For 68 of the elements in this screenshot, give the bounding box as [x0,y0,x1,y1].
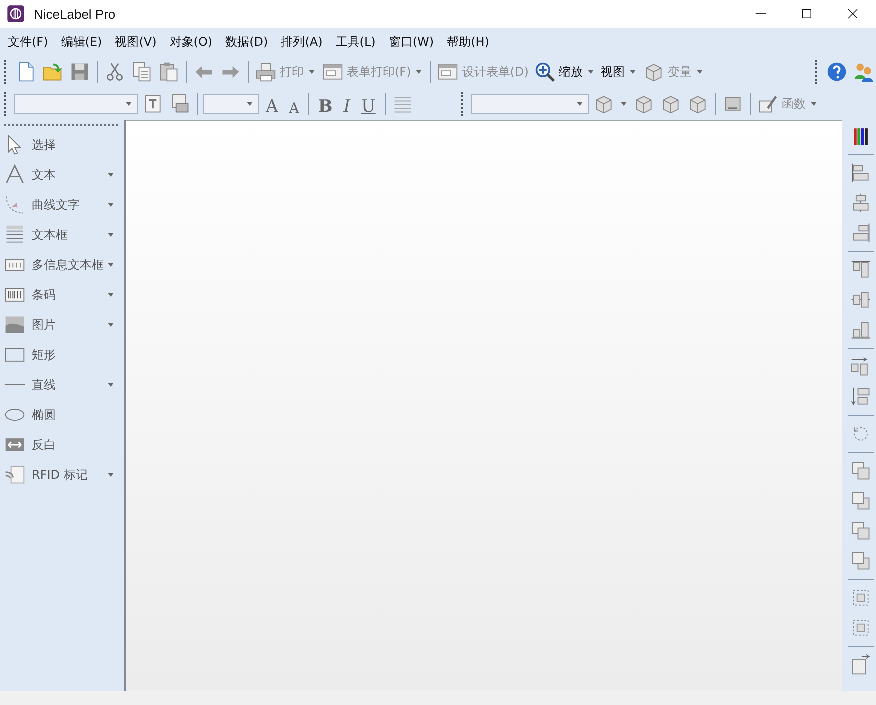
italic-button[interactable]: I [340,91,354,117]
save-icon [69,61,91,83]
align-left-icon [850,162,872,184]
variable-dropdown[interactable] [470,94,589,114]
menu-item[interactable]: 视图(V) [111,32,161,52]
grow-font-button[interactable]: A [262,91,282,117]
tool-item[interactable]: 多信息文本框 [0,250,122,280]
text-stamp-icon [169,93,191,115]
text-lines-icon [4,224,26,246]
menu-item[interactable]: 帮助(H) [443,32,494,52]
curved-text-icon [4,194,26,216]
ungroup-icon [850,617,872,639]
bold-button[interactable]: B [314,91,337,117]
paste-icon [158,61,180,83]
align-top-icon [850,259,872,281]
menu-item[interactable]: 窗口(W) [384,32,438,52]
letter-icon [4,164,26,186]
align-middle-icon [850,289,872,311]
tool-item[interactable]: 曲线文字 [0,190,122,220]
window-title: NiceLabel Pro [34,6,116,22]
tool-item[interactable]: 矩形 [0,340,122,370]
send-backward-icon [850,490,872,512]
menu-item[interactable]: 数据(D) [222,32,272,52]
open-folder-icon [42,61,64,83]
line-icon [4,384,26,386]
distribute-vertical-icon [850,386,872,408]
tool-item[interactable]: 图片 [0,310,122,340]
bring-to-front-icon [850,520,872,542]
menu-item[interactable]: 工具(L) [332,32,380,52]
tool-item[interactable]: RFID 标记 [0,460,122,490]
menu-item[interactable]: 排列(A) [277,32,327,52]
tool-item[interactable]: 椭圆 [0,400,122,430]
send-to-back-icon [850,550,872,572]
minimize-icon [755,13,767,15]
form-icon [437,61,460,83]
menu-item[interactable]: 对象(O) [166,32,217,52]
font-name-dropdown[interactable] [14,94,138,114]
tool-item[interactable]: 条码 [0,280,122,310]
bring-forward-icon [850,460,872,482]
menu-item[interactable]: 文件(F) [4,32,52,52]
tool-item[interactable]: 直线 [0,370,122,400]
shrink-font-button[interactable]: A [285,91,304,117]
app-logo-icon [6,4,26,24]
users-icon [853,61,875,83]
text-style-icon [142,93,164,115]
toolbar-button[interactable]: 缩放 [532,58,597,86]
tool-item[interactable]: 文本框 [0,220,122,250]
zoom-icon [534,61,556,83]
align-center-icon [850,192,872,214]
picture-icon [4,314,26,336]
tool-item[interactable]: 反白 [0,430,122,460]
menu-item[interactable]: 编辑(E) [57,32,106,52]
underline-button[interactable]: U [358,91,380,117]
align-right-icon [850,222,872,244]
help-icon [826,61,848,83]
resize-icon [850,654,872,676]
align-bottom-icon [850,319,872,341]
tool-item[interactable]: 文本 [0,160,122,190]
toolbar-button[interactable]: 视图 [600,58,639,86]
copy-icon [131,61,153,83]
tool-item[interactable]: 选择 [0,130,122,160]
printer-icon [255,61,277,83]
form-icon [322,61,344,83]
font-size-dropdown[interactable] [203,94,259,114]
function-icon [756,93,779,115]
group-icon [850,587,872,609]
rfid-icon [4,464,26,486]
cut-icon [104,61,126,83]
